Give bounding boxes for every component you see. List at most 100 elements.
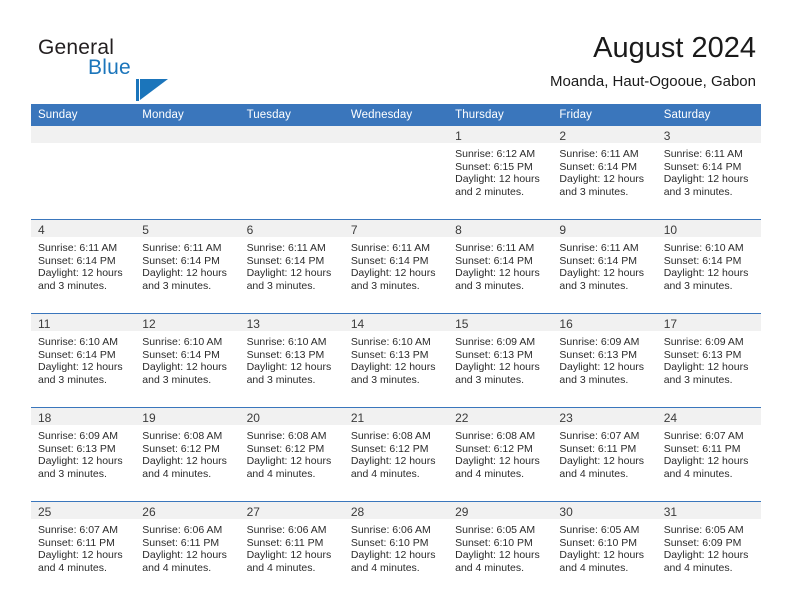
calendar-day-cell[interactable]: 30 Sunrise: 6:05 AM Sunset: 6:10 PM Dayligh… [552, 501, 657, 595]
calendar-day-cell[interactable]: 2 Sunrise: 6:11 AM Sunset: 6:14 PM Daylight… [552, 126, 657, 220]
calendar-day-cell[interactable]: 3 Sunrise: 6:11 AM Sunset: 6:14 PM Daylight… [656, 126, 761, 220]
sunrise-time: Sunrise: 6:09 AM [559, 336, 640, 348]
sunrise-time: Sunrise: 6:06 AM [246, 524, 327, 536]
sunset-time: Sunset: 6:14 PM [38, 348, 116, 361]
calendar-day-cell[interactable]: 27 Sunrise: 6:06 AM Sunset: 6:11 PM Dayligh… [239, 501, 344, 595]
day-number: 28 [343, 502, 449, 519]
day-details: Sunrise: 6:10 AM Sunset: 6:13 PM Daylight:… [240, 331, 344, 386]
sunset-time: Sunset: 6:11 PM [142, 536, 220, 549]
daylight-duration-line1: Daylight: 12 hours [455, 173, 540, 186]
sunrise-time: Sunrise: 6:10 AM [142, 336, 223, 348]
daylight-duration-line1: Daylight: 12 hours [455, 267, 540, 280]
day-number: 6 [239, 220, 344, 237]
calendar-day-cell[interactable]: 31 Sunrise: 6:05 AM Sunset: 6:09 PM Dayligh… [656, 501, 761, 595]
sunset-time: Sunset: 6:11 PM [663, 442, 741, 455]
sunset-time: Sunset: 6:13 PM [246, 348, 325, 361]
calendar-day-cell[interactable]: 9 Sunrise: 6:11 AM Sunset: 6:14 PM Daylight… [552, 219, 657, 314]
daylight-duration-line1: Daylight: 12 hours [350, 267, 436, 280]
day-details: Sunrise: 6:11 AM Sunset: 6:14 PM Daylight:… [552, 143, 656, 198]
calendar-day-cell[interactable]: 14 Sunrise: 6:10 AM Sunset: 6:13 PM Dayligh… [343, 313, 449, 408]
day-details: Sunrise: 6:11 AM Sunset: 6:14 PM Daylight:… [31, 237, 135, 292]
calendar-day-cell[interactable]: 8 Sunrise: 6:11 AM Sunset: 6:14 PM Daylight… [448, 219, 553, 314]
calendar-day-cell[interactable]: 24 Sunrise: 6:07 AM Sunset: 6:11 PM Dayligh… [656, 407, 761, 502]
daylight-duration-line2: and 3 minutes. [559, 279, 629, 292]
sunset-time: Sunset: 6:10 PM [455, 536, 533, 549]
daylight-duration-line2: and 3 minutes. [38, 373, 107, 386]
day-number: 26 [135, 502, 240, 519]
sunset-time: Sunset: 6:14 PM [142, 254, 220, 267]
calendar-day-cell[interactable]: 6 Sunrise: 6:11 AM Sunset: 6:14 PM Daylight… [239, 219, 344, 314]
day-number: 10 [656, 220, 761, 237]
calendar-day-cell[interactable]: 10 Sunrise: 6:10 AM Sunset: 6:14 PM Dayligh… [656, 219, 761, 314]
sunrise-time: Sunrise: 6:10 AM [663, 242, 744, 254]
daylight-duration-line1: Daylight: 12 hours [663, 173, 749, 186]
weekday-header-sunday: Sunday [31, 104, 136, 126]
calendar-day-cell[interactable]: 29 Sunrise: 6:05 AM Sunset: 6:10 PM Dayligh… [448, 501, 553, 595]
calendar-grid: Sunday Monday Tuesday Wednesday Thursday… [31, 104, 761, 595]
calendar-day-cell[interactable]: 20 Sunrise: 6:08 AM Sunset: 6:12 PM Dayligh… [239, 407, 344, 502]
calendar-day-cell[interactable]: 23 Sunrise: 6:07 AM Sunset: 6:11 PM Dayligh… [552, 407, 657, 502]
daylight-duration-line2: and 2 minutes. [455, 185, 525, 198]
calendar-day-cell[interactable]: 21 Sunrise: 6:08 AM Sunset: 6:12 PM Dayligh… [343, 407, 449, 502]
sunset-time: Sunset: 6:09 PM [663, 536, 742, 549]
day-details: Sunrise: 6:05 AM Sunset: 6:09 PM Daylight:… [657, 519, 761, 574]
sunrise-time: Sunrise: 6:11 AM [246, 242, 326, 254]
daylight-duration-line1: Daylight: 12 hours [455, 549, 540, 562]
calendar-week-row: 4 Sunrise: 6:11 AM Sunset: 6:14 PM Daylight… [31, 219, 761, 314]
calendar-day-cell[interactable]: 26 Sunrise: 6:06 AM Sunset: 6:11 PM Dayligh… [135, 501, 240, 595]
day-details: Sunrise: 6:09 AM Sunset: 6:13 PM Daylight:… [448, 331, 552, 386]
day-details: Sunrise: 6:08 AM Sunset: 6:12 PM Daylight:… [135, 425, 239, 480]
calendar-day-cell[interactable]: 16 Sunrise: 6:09 AM Sunset: 6:13 PM Dayligh… [552, 313, 657, 408]
day-details: Sunrise: 6:10 AM Sunset: 6:14 PM Daylight:… [657, 237, 761, 292]
day-number: 9 [552, 220, 657, 237]
sunrise-time: Sunrise: 6:09 AM [663, 336, 744, 348]
sunrise-time: Sunrise: 6:12 AM [455, 148, 536, 160]
sunrise-time: Sunrise: 6:05 AM [663, 524, 744, 536]
daylight-duration-line2: and 4 minutes. [559, 561, 629, 574]
daylight-duration-line1: Daylight: 12 hours [559, 173, 645, 186]
daylight-duration-line1: Daylight: 12 hours [559, 455, 645, 468]
daylight-duration-line1: Daylight: 12 hours [38, 267, 123, 280]
calendar-day-cell[interactable]: 13 Sunrise: 6:10 AM Sunset: 6:13 PM Dayligh… [239, 313, 344, 408]
brand-logo[interactable]: General Blue [38, 36, 218, 101]
sunrise-time: Sunrise: 6:07 AM [38, 524, 118, 536]
sunrise-time: Sunrise: 6:09 AM [38, 430, 118, 442]
page-subtitle: Moanda, Haut-Ogooue, Gabon [550, 73, 756, 90]
day-details: Sunrise: 6:07 AM Sunset: 6:11 PM Daylight:… [657, 425, 761, 480]
calendar-day-cell[interactable]: 15 Sunrise: 6:09 AM Sunset: 6:13 PM Dayligh… [448, 313, 553, 408]
day-details: Sunrise: 6:08 AM Sunset: 6:12 PM Daylight:… [240, 425, 344, 480]
day-number: 3 [656, 126, 761, 143]
calendar-day-cell[interactable]: 25 Sunrise: 6:07 AM Sunset: 6:11 PM Dayligh… [31, 501, 136, 595]
daylight-duration-line2: and 4 minutes. [455, 467, 525, 480]
calendar-day-cell[interactable]: 28 Sunrise: 6:06 AM Sunset: 6:10 PM Dayligh… [343, 501, 449, 595]
day-number: 18 [31, 408, 136, 425]
daylight-duration-line2: and 4 minutes. [559, 467, 629, 480]
daylight-duration-line1: Daylight: 12 hours [455, 455, 540, 468]
calendar-day-cell[interactable]: 17 Sunrise: 6:09 AM Sunset: 6:13 PM Dayligh… [656, 313, 761, 408]
day-number: 15 [448, 314, 553, 331]
day-details: Sunrise: 6:11 AM Sunset: 6:14 PM Daylight:… [344, 237, 448, 292]
sunset-time: Sunset: 6:13 PM [455, 348, 533, 361]
daylight-duration-line1: Daylight: 12 hours [350, 455, 436, 468]
calendar-day-cell[interactable]: 4 Sunrise: 6:11 AM Sunset: 6:14 PM Daylight… [31, 219, 136, 314]
calendar-day-cell[interactable]: 5 Sunrise: 6:11 AM Sunset: 6:14 PM Daylight… [135, 219, 240, 314]
day-number: 7 [343, 220, 449, 237]
calendar-day-cell[interactable]: 19 Sunrise: 6:08 AM Sunset: 6:12 PM Dayligh… [135, 407, 240, 502]
sunrise-time: Sunrise: 6:11 AM [663, 148, 743, 160]
daylight-duration-line1: Daylight: 12 hours [246, 361, 332, 374]
sunrise-time: Sunrise: 6:06 AM [142, 524, 223, 536]
day-number: 22 [448, 408, 553, 425]
calendar-day-cell[interactable]: 22 Sunrise: 6:08 AM Sunset: 6:12 PM Dayligh… [448, 407, 553, 502]
calendar-day-cell[interactable]: 12 Sunrise: 6:10 AM Sunset: 6:14 PM Dayligh… [135, 313, 240, 408]
sunset-time: Sunset: 6:14 PM [663, 254, 742, 267]
sunset-time: Sunset: 6:14 PM [455, 254, 533, 267]
daylight-duration-line2: and 4 minutes. [350, 467, 420, 480]
day-number: 5 [135, 220, 240, 237]
calendar-day-cell[interactable]: 18 Sunrise: 6:09 AM Sunset: 6:13 PM Dayligh… [31, 407, 136, 502]
calendar-day-cell[interactable]: 7 Sunrise: 6:11 AM Sunset: 6:14 PM Daylight… [343, 219, 449, 314]
calendar-day-cell[interactable]: 11 Sunrise: 6:10 AM Sunset: 6:14 PM Dayligh… [31, 313, 136, 408]
day-number: 8 [448, 220, 553, 237]
sunset-time: Sunset: 6:11 PM [38, 536, 115, 549]
calendar-day-cell[interactable]: 1 Sunrise: 6:12 AM Sunset: 6:15 PM Daylight… [448, 126, 553, 220]
day-details: Sunrise: 6:06 AM Sunset: 6:10 PM Daylight:… [344, 519, 448, 574]
